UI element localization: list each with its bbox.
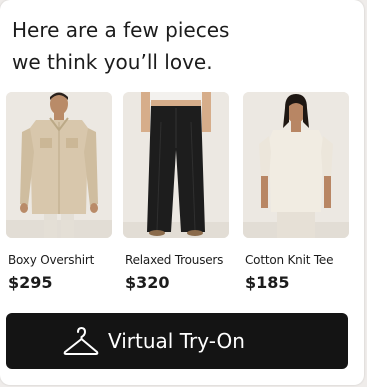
man-in-overshirt-image [6, 92, 112, 238]
product-name[interactable]: Relaxed Trousers [125, 253, 223, 267]
recommendation-message: Here are a few pieces we think you’ll lo… [12, 14, 342, 78]
hanger-icon [63, 327, 99, 355]
product-image-overshirt[interactable] [6, 92, 112, 238]
virtual-try-on-label: Virtual Try-On [108, 329, 245, 353]
product-name[interactable]: Cotton Knit Tee [245, 253, 333, 267]
message-line-2: we think you’ll love. [12, 50, 213, 74]
woman-in-knit-tee-image [243, 92, 349, 238]
product-price: $320 [125, 273, 170, 292]
product-price: $185 [245, 273, 290, 292]
product-card-cotton-knit-tee[interactable]: Cotton Knit Tee $185 [243, 92, 357, 292]
message-line-1: Here are a few pieces [12, 18, 230, 42]
recommendation-card: Here are a few pieces we think you’ll lo… [0, 0, 364, 385]
virtual-try-on-button[interactable]: Virtual Try-On [6, 313, 348, 369]
black-trousers-image [123, 92, 229, 238]
product-image-knit-tee[interactable] [243, 92, 349, 238]
product-price: $295 [8, 273, 53, 292]
product-card-boxy-overshirt[interactable]: Boxy Overshirt $295 [6, 92, 120, 292]
product-name[interactable]: Boxy Overshirt [8, 253, 94, 267]
product-card-relaxed-trousers[interactable]: Relaxed Trousers $320 [123, 92, 237, 292]
product-image-trousers[interactable] [123, 92, 229, 238]
